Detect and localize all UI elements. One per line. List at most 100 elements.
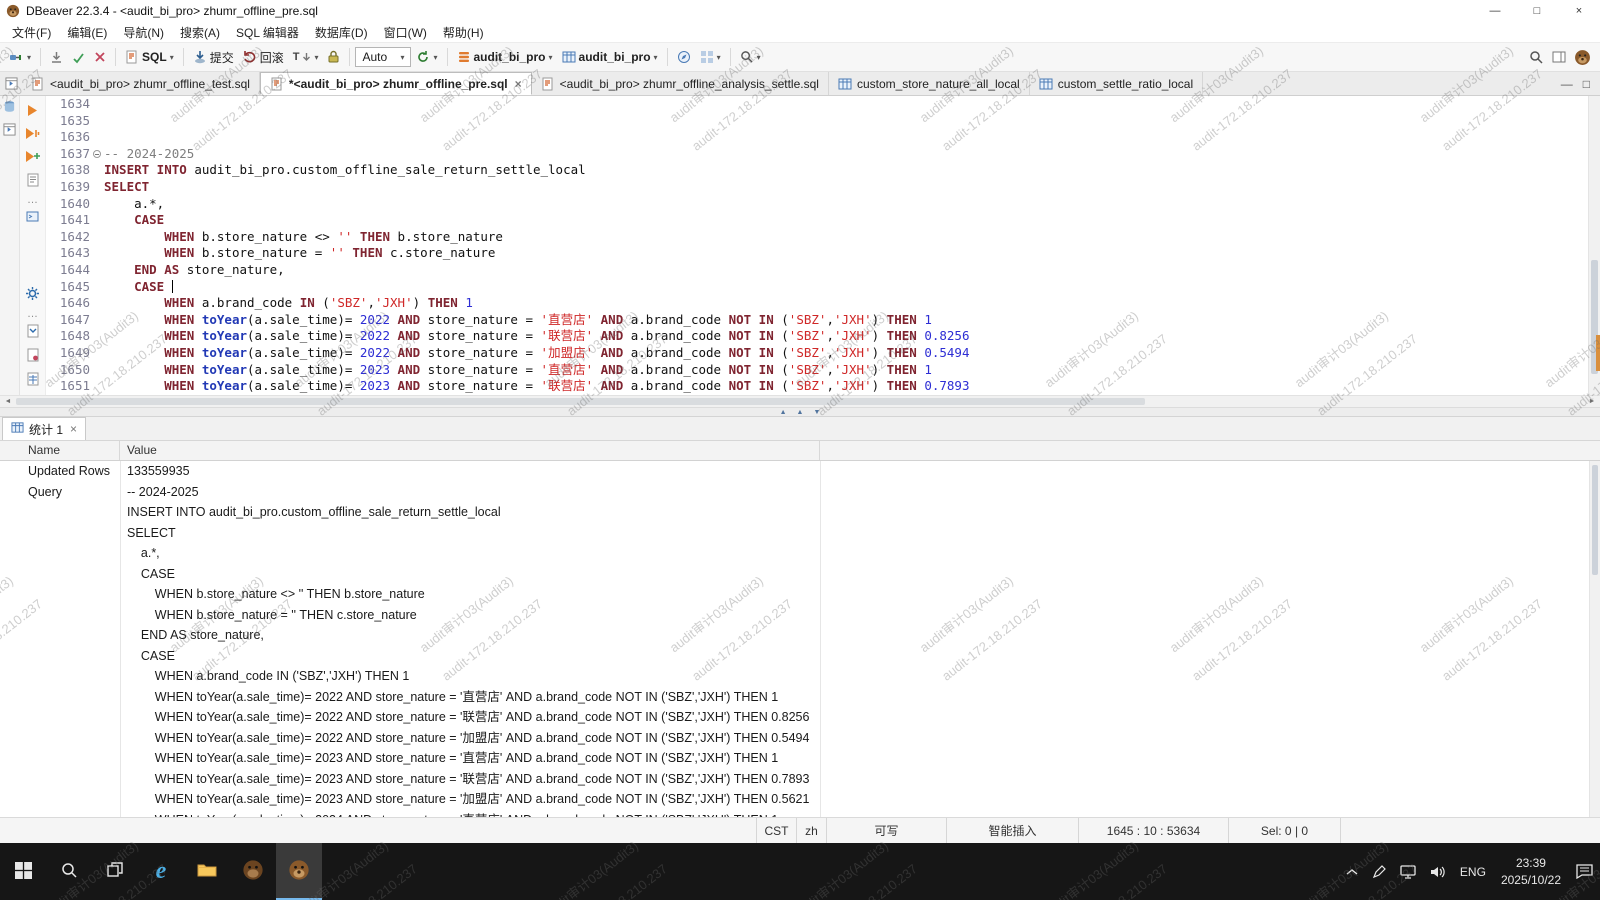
menu-item[interactable]: 数据库(D) <box>307 22 376 43</box>
results-vertical-scrollbar[interactable] <box>1589 461 1600 817</box>
maximize-button[interactable]: □ <box>1516 0 1558 22</box>
close-button[interactable]: × <box>1558 0 1600 22</box>
sql-file-icon <box>270 77 284 91</box>
editor-tab[interactable]: <audit_bi_pro> zhumr_offline_test.sql <box>22 72 260 95</box>
search-dropdown-button[interactable]: ▾ <box>736 47 765 67</box>
database-navigator-icon[interactable] <box>3 100 16 116</box>
column-header-value[interactable]: Value <box>120 441 820 460</box>
menu-item[interactable]: 文件(F) <box>4 22 59 43</box>
fastview-bar <box>0 96 20 395</box>
speaker-icon[interactable] <box>1423 843 1453 900</box>
scroll-left-icon[interactable]: ◄ <box>0 398 16 405</box>
more-actions-icon[interactable]: … <box>27 197 38 203</box>
collapse-down-icon[interactable]: ▼ <box>813 409 820 416</box>
toolbar-separator <box>447 48 448 66</box>
language-indicator[interactable]: ENG <box>1453 843 1493 900</box>
execute-script-button[interactable] <box>25 127 40 143</box>
navigator-button[interactable] <box>673 47 695 67</box>
editor-gutter[interactable]: 1634163516361637163816391640164116421643… <box>46 96 104 395</box>
refresh-button[interactable]: ▾ <box>412 47 441 67</box>
title-bar: DBeaver 22.3.4 - <audit_bi_pro> zhumr_of… <box>0 0 1600 22</box>
commit-button[interactable]: 提交 <box>189 46 238 69</box>
editor-code[interactable]: -- 2024-2025INSERT INTO audit_bi_pro.cus… <box>104 96 1588 395</box>
panel-splitter[interactable]: ▲ ▲ ▼ <box>0 407 1600 417</box>
scrollbar-track[interactable] <box>16 396 1584 407</box>
toolbar-separator <box>667 48 668 66</box>
output-panel-button[interactable] <box>26 210 39 226</box>
more-actions-icon[interactable]: … <box>27 311 38 317</box>
menu-item[interactable]: SQL 编辑器 <box>228 22 307 43</box>
status-tail <box>1340 818 1600 843</box>
cancel-script-button[interactable] <box>90 48 110 66</box>
scrollbar-thumb[interactable] <box>16 398 1145 405</box>
results-panel: 统计 1 × Name Value Updated Rows133559935Q… <box>0 417 1600 817</box>
rollback-button[interactable]: 回滚 <box>239 46 288 69</box>
column-header-name[interactable]: Name <box>0 441 120 460</box>
dbeaver-logo[interactable] <box>1574 49 1591 66</box>
editor-tab[interactable]: <audit_bi_pro> zhumr_offline_analysis_se… <box>532 72 829 95</box>
maximize-panel-icon[interactable]: □ <box>1583 77 1590 91</box>
result-grid-button[interactable] <box>27 372 39 389</box>
menu-item[interactable]: 搜索(A) <box>172 22 228 43</box>
log-file-button[interactable] <box>27 348 39 365</box>
results-row[interactable]: Query-- 2024-2025INSERT INTO audit_bi_pr… <box>0 482 1600 818</box>
editor-tab[interactable]: custom_settle_ratio_local <box>1030 72 1203 95</box>
taskbar-clock[interactable]: 23:39 2025/10/22 <box>1493 855 1569 887</box>
file-explorer-button[interactable] <box>184 843 230 900</box>
project-explorer-icon[interactable] <box>3 123 16 139</box>
lock-button[interactable] <box>323 47 344 67</box>
download-script-button[interactable] <box>46 48 67 67</box>
scrollbar-thumb[interactable] <box>1592 465 1598 575</box>
editor-tab[interactable]: *<audit_bi_pro> zhumr_offline_pre.sql× <box>260 72 532 95</box>
editor-vertical-scrollbar[interactable] <box>1588 96 1600 395</box>
layout-button[interactable]: ▾ <box>696 47 725 67</box>
menu-item[interactable]: 导航(N) <box>115 22 172 43</box>
panel-restore-button[interactable] <box>0 72 22 95</box>
minimize-button[interactable]: — <box>1474 0 1516 22</box>
connection-selector-button[interactable]: ▾ <box>5 47 35 68</box>
transaction-log-button[interactable]: T ▾ <box>289 48 323 66</box>
sql-editor[interactable]: 1634163516361637163816391640164116421643… <box>46 96 1588 395</box>
sql-editor-button[interactable]: SQL ▾ <box>121 47 178 67</box>
taskbar-search-button[interactable] <box>46 843 92 900</box>
network-icon[interactable] <box>1393 843 1423 900</box>
fold-collapse-icon[interactable] <box>93 150 101 158</box>
dbeaver-taskbar-button-active[interactable] <box>276 843 322 900</box>
export-result-button[interactable] <box>27 324 39 341</box>
status-cell: 可写 <box>826 818 946 843</box>
menu-item[interactable]: 编辑(E) <box>59 22 115 43</box>
database-selector[interactable]: audit_bi_pro ▾ <box>453 47 557 67</box>
explain-plan-button[interactable] <box>27 173 39 190</box>
chevron-down-icon: ▾ <box>170 53 174 62</box>
autocommit-select[interactable]: Auto ▾ <box>355 47 411 67</box>
execute-statement-button[interactable] <box>26 104 39 120</box>
search-button[interactable] <box>1529 50 1544 65</box>
dbeaver-taskbar-button[interactable] <box>230 843 276 900</box>
results-body[interactable]: Updated Rows133559935Query-- 2024-2025IN… <box>0 461 1600 817</box>
menu-item[interactable]: 窗口(W) <box>376 22 435 43</box>
toggle-panel-button[interactable] <box>1552 50 1566 64</box>
tab-close-icon[interactable]: × <box>70 422 77 436</box>
results-row[interactable]: Updated Rows133559935 <box>0 461 1600 482</box>
tab-close-icon[interactable]: × <box>515 77 522 91</box>
collapse-up-icon[interactable]: ▲ <box>797 409 804 416</box>
scroll-right-icon[interactable]: ► <box>1584 398 1600 405</box>
menu-item[interactable]: 帮助(H) <box>435 22 492 43</box>
schema-selector[interactable]: audit_bi_pro ▾ <box>558 47 662 67</box>
task-view-button[interactable] <box>92 843 138 900</box>
action-center-button[interactable] <box>1569 843 1600 900</box>
execute-new-tab-button[interactable] <box>25 150 40 166</box>
sql-file-icon <box>541 77 555 91</box>
editor-horizontal-scrollbar[interactable]: ◄ ► <box>0 395 1600 407</box>
collapse-up-icon[interactable]: ▲ <box>780 409 787 416</box>
sync-script-button[interactable] <box>68 48 89 67</box>
tray-expand-button[interactable] <box>1339 843 1365 900</box>
database-icon <box>457 50 471 64</box>
internet-explorer-button[interactable]: e <box>138 843 184 900</box>
settings-gear-button[interactable] <box>25 286 40 304</box>
pen-input-icon[interactable] <box>1365 843 1393 900</box>
statistics-tab[interactable]: 统计 1 × <box>2 417 86 440</box>
minimize-panel-icon[interactable]: — <box>1561 77 1573 91</box>
start-button[interactable] <box>0 843 46 900</box>
editor-tab[interactable]: custom_store_nature_all_local <box>829 72 1030 95</box>
